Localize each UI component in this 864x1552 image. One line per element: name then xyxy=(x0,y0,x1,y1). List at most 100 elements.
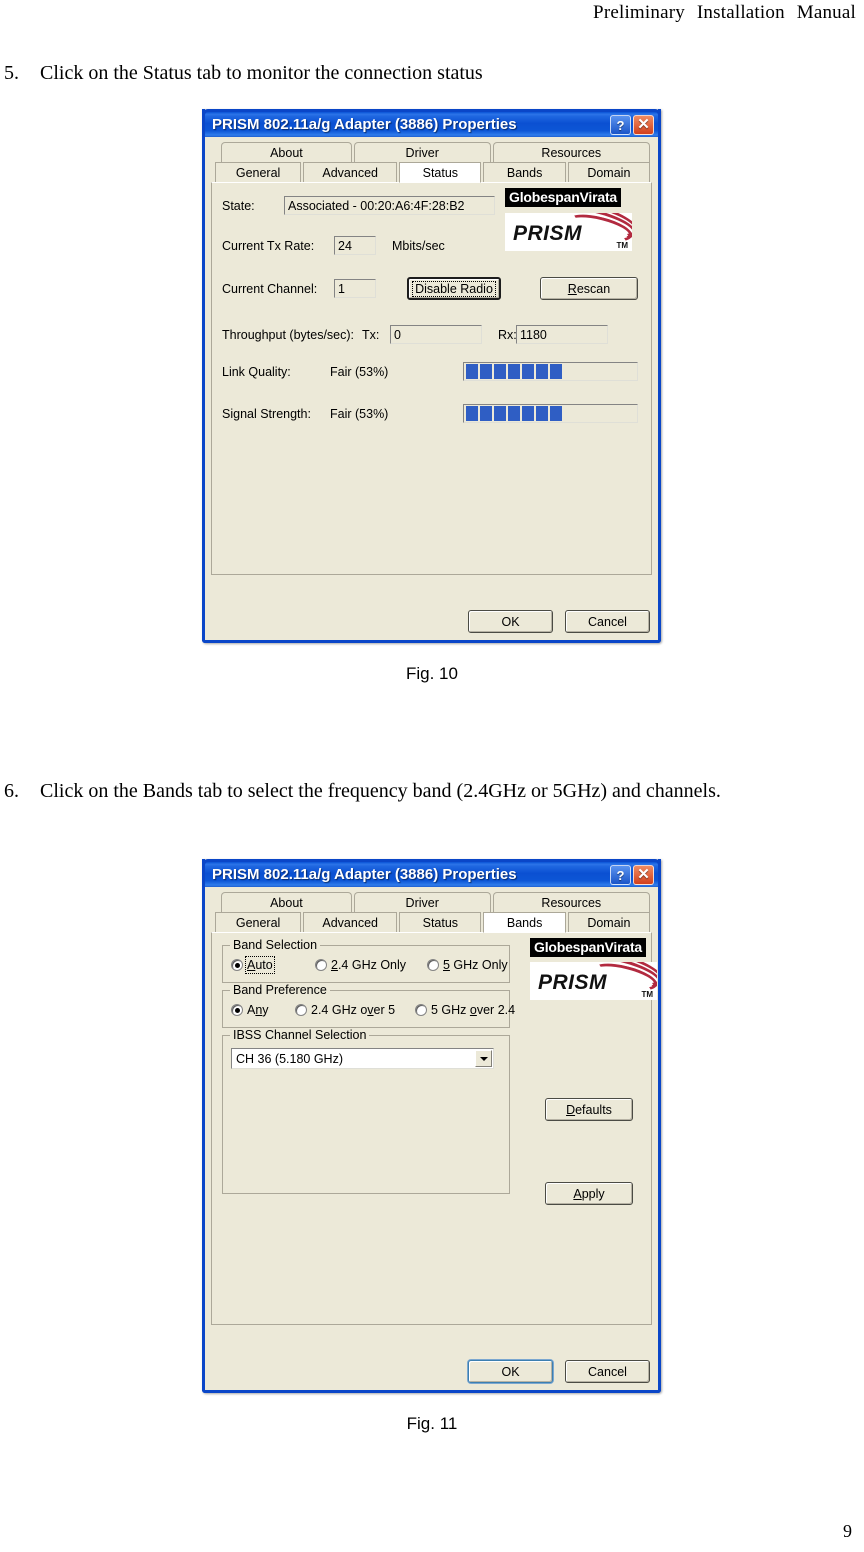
tab-resources[interactable]: Resources xyxy=(492,142,650,162)
close-icon[interactable]: ✕ xyxy=(633,865,654,885)
state-row: State: Associated - 00:20:A6:4F:28:B2 xyxy=(222,196,495,215)
status-tab-panel: GlobespanVirata PRISM TM State: Associat… xyxy=(211,182,652,575)
link-quality-meter xyxy=(463,362,638,381)
tab-row-upper-bands: About Driver Resources xyxy=(211,892,652,912)
tab-row-lower: General Advanced Status Bands Domain xyxy=(211,162,652,183)
figure-11-caption: Fig. 11 xyxy=(406,1414,458,1433)
radio-band-auto[interactable]: Auto xyxy=(231,956,315,974)
dialog-titlebar-bands[interactable]: PRISM 802.11a/g Adapter (3886) Propertie… xyxy=(202,859,661,887)
tab-row-lower-bands: General Advanced Status Bands Domain xyxy=(211,912,652,933)
tx-label: Tx: xyxy=(362,327,380,342)
globespan-logo: GlobespanVirata xyxy=(530,938,647,957)
tab-status[interactable]: Status xyxy=(399,912,482,932)
channel-field: 1 xyxy=(334,279,376,298)
tab-domain[interactable]: Domain xyxy=(567,912,650,932)
prism-logo: PRISM TM xyxy=(530,962,657,1000)
radio-dot-icon xyxy=(231,959,243,971)
tab-status[interactable]: Status xyxy=(399,162,482,183)
meter-segment xyxy=(466,406,478,421)
dialog-titlebar[interactable]: PRISM 802.11a/g Adapter (3886) Propertie… xyxy=(202,109,661,137)
radio-pref-5over24[interactable]: 5 GHz over 2.4 xyxy=(415,1003,515,1017)
globespan-logo: GlobespanVirata xyxy=(505,188,622,207)
radio-band-24ghz[interactable]: 2.4 GHz Only xyxy=(315,958,427,972)
page-number: 9 xyxy=(843,1521,852,1541)
bands-tab-panel: GlobespanVirata PRISM TM Band Selection … xyxy=(211,932,657,1325)
tab-bands[interactable]: Bands xyxy=(483,912,566,933)
disable-radio-button[interactable]: Disable Radio xyxy=(407,277,501,300)
tx-rate-row: Current Tx Rate: 24 Mbits/sec xyxy=(222,236,445,255)
tab-row-upper: About Driver Resources xyxy=(211,142,652,162)
step-5-text: Click on the Status tab to monitor the c… xyxy=(40,62,483,84)
radio-dot-icon xyxy=(295,1004,307,1016)
step-6: 6. Click on the Bands tab to select the … xyxy=(0,776,824,807)
tab-bands[interactable]: Bands xyxy=(483,162,566,182)
close-icon[interactable]: ✕ xyxy=(633,115,654,135)
tab-general[interactable]: General xyxy=(215,912,302,932)
header-word-3: Manual xyxy=(796,2,856,23)
dialog-title: PRISM 802.11a/g Adapter (3886) Propertie… xyxy=(212,116,517,133)
ibss-title: IBSS Channel Selection xyxy=(230,1028,370,1042)
band-preference-title: Band Preference xyxy=(230,983,330,997)
help-icon[interactable]: ? xyxy=(610,115,631,135)
signal-strength-meter xyxy=(463,404,638,423)
tx-rate-field: 24 xyxy=(334,236,376,255)
meter-segment xyxy=(550,364,562,379)
ok-button[interactable]: OK xyxy=(468,1360,553,1383)
tab-general[interactable]: General xyxy=(215,162,302,182)
step-5: 5. Click on the Status tab to monitor th… xyxy=(0,58,824,89)
tab-resources[interactable]: Resources xyxy=(492,892,650,912)
apply-button[interactable]: Apply xyxy=(545,1182,633,1205)
radio-pref-any[interactable]: Any xyxy=(231,1003,295,1017)
step-5-number: 5. xyxy=(4,62,19,84)
titlebar-buttons-bands: ? ✕ xyxy=(610,865,654,885)
page-header: Preliminary Installation Manual xyxy=(586,2,856,24)
tab-about[interactable]: About xyxy=(221,892,352,912)
tab-driver[interactable]: Driver xyxy=(353,892,491,912)
header-word-1: Preliminary xyxy=(593,2,685,23)
ibss-channel-combobox[interactable]: CH 36 (5.180 GHz) xyxy=(231,1048,494,1069)
properties-dialog-status: PRISM 802.11a/g Adapter (3886) Propertie… xyxy=(202,109,661,643)
apply-label: Apply xyxy=(573,1186,605,1201)
channel-row: Current Channel: 1 xyxy=(222,279,376,298)
defaults-label: Defaults xyxy=(566,1102,612,1117)
meter-segment xyxy=(508,364,520,379)
tab-domain[interactable]: Domain xyxy=(567,162,650,182)
meter-segment xyxy=(508,406,520,421)
radio-dot-icon xyxy=(427,959,439,971)
band-preference-group: Band Preference Any 2.4 GHz over 5 5 GHz… xyxy=(222,983,515,1028)
meter-segment xyxy=(480,406,492,421)
meter-segment xyxy=(494,406,506,421)
link-quality-label: Link Quality: xyxy=(222,364,291,379)
defaults-button[interactable]: Defaults xyxy=(545,1098,633,1121)
tx-rate-units: Mbits/sec xyxy=(392,238,445,253)
help-icon[interactable]: ? xyxy=(610,865,631,885)
signal-strength-row: Signal Strength: Fair (53%) xyxy=(222,404,638,423)
radio-pref-24over5[interactable]: 2.4 GHz over 5 xyxy=(295,1003,415,1017)
ok-button[interactable]: OK xyxy=(468,610,553,633)
rescan-label: Rescan xyxy=(567,281,611,296)
dialog-title-bands: PRISM 802.11a/g Adapter (3886) Propertie… xyxy=(212,866,517,883)
rx-throughput-field: 1180 xyxy=(516,325,608,344)
throughput-row: Throughput (bytes/sec): Tx: 0 Rx: 1180 xyxy=(222,325,608,344)
cancel-button[interactable]: Cancel xyxy=(565,1360,650,1383)
ibss-channel-value: CH 36 (5.180 GHz) xyxy=(236,1051,343,1066)
prism-logo: PRISM TM xyxy=(505,213,632,251)
tab-driver[interactable]: Driver xyxy=(353,142,491,162)
throughput-label: Throughput (bytes/sec): xyxy=(222,327,355,342)
dialog-footer: OK Cancel xyxy=(468,610,650,633)
link-quality-row: Link Quality: Fair (53%) xyxy=(222,362,638,381)
rescan-button[interactable]: Rescan xyxy=(540,277,638,300)
figure-10-caption: Fig. 10 xyxy=(406,664,458,683)
radio-dot-icon xyxy=(231,1004,243,1016)
rx-label: Rx: xyxy=(498,327,517,342)
radio-band-5ghz[interactable]: 5 GHz Only xyxy=(427,958,508,972)
chevron-down-icon[interactable] xyxy=(475,1050,492,1067)
tab-about[interactable]: About xyxy=(221,142,352,162)
header-word-2: Installation xyxy=(696,2,785,23)
tab-advanced[interactable]: Advanced xyxy=(303,162,398,182)
meter-segment xyxy=(522,364,534,379)
cancel-button[interactable]: Cancel xyxy=(565,610,650,633)
tab-advanced[interactable]: Advanced xyxy=(303,912,398,932)
meter-segment xyxy=(536,406,548,421)
dialog-footer-bands: OK Cancel xyxy=(468,1360,650,1383)
